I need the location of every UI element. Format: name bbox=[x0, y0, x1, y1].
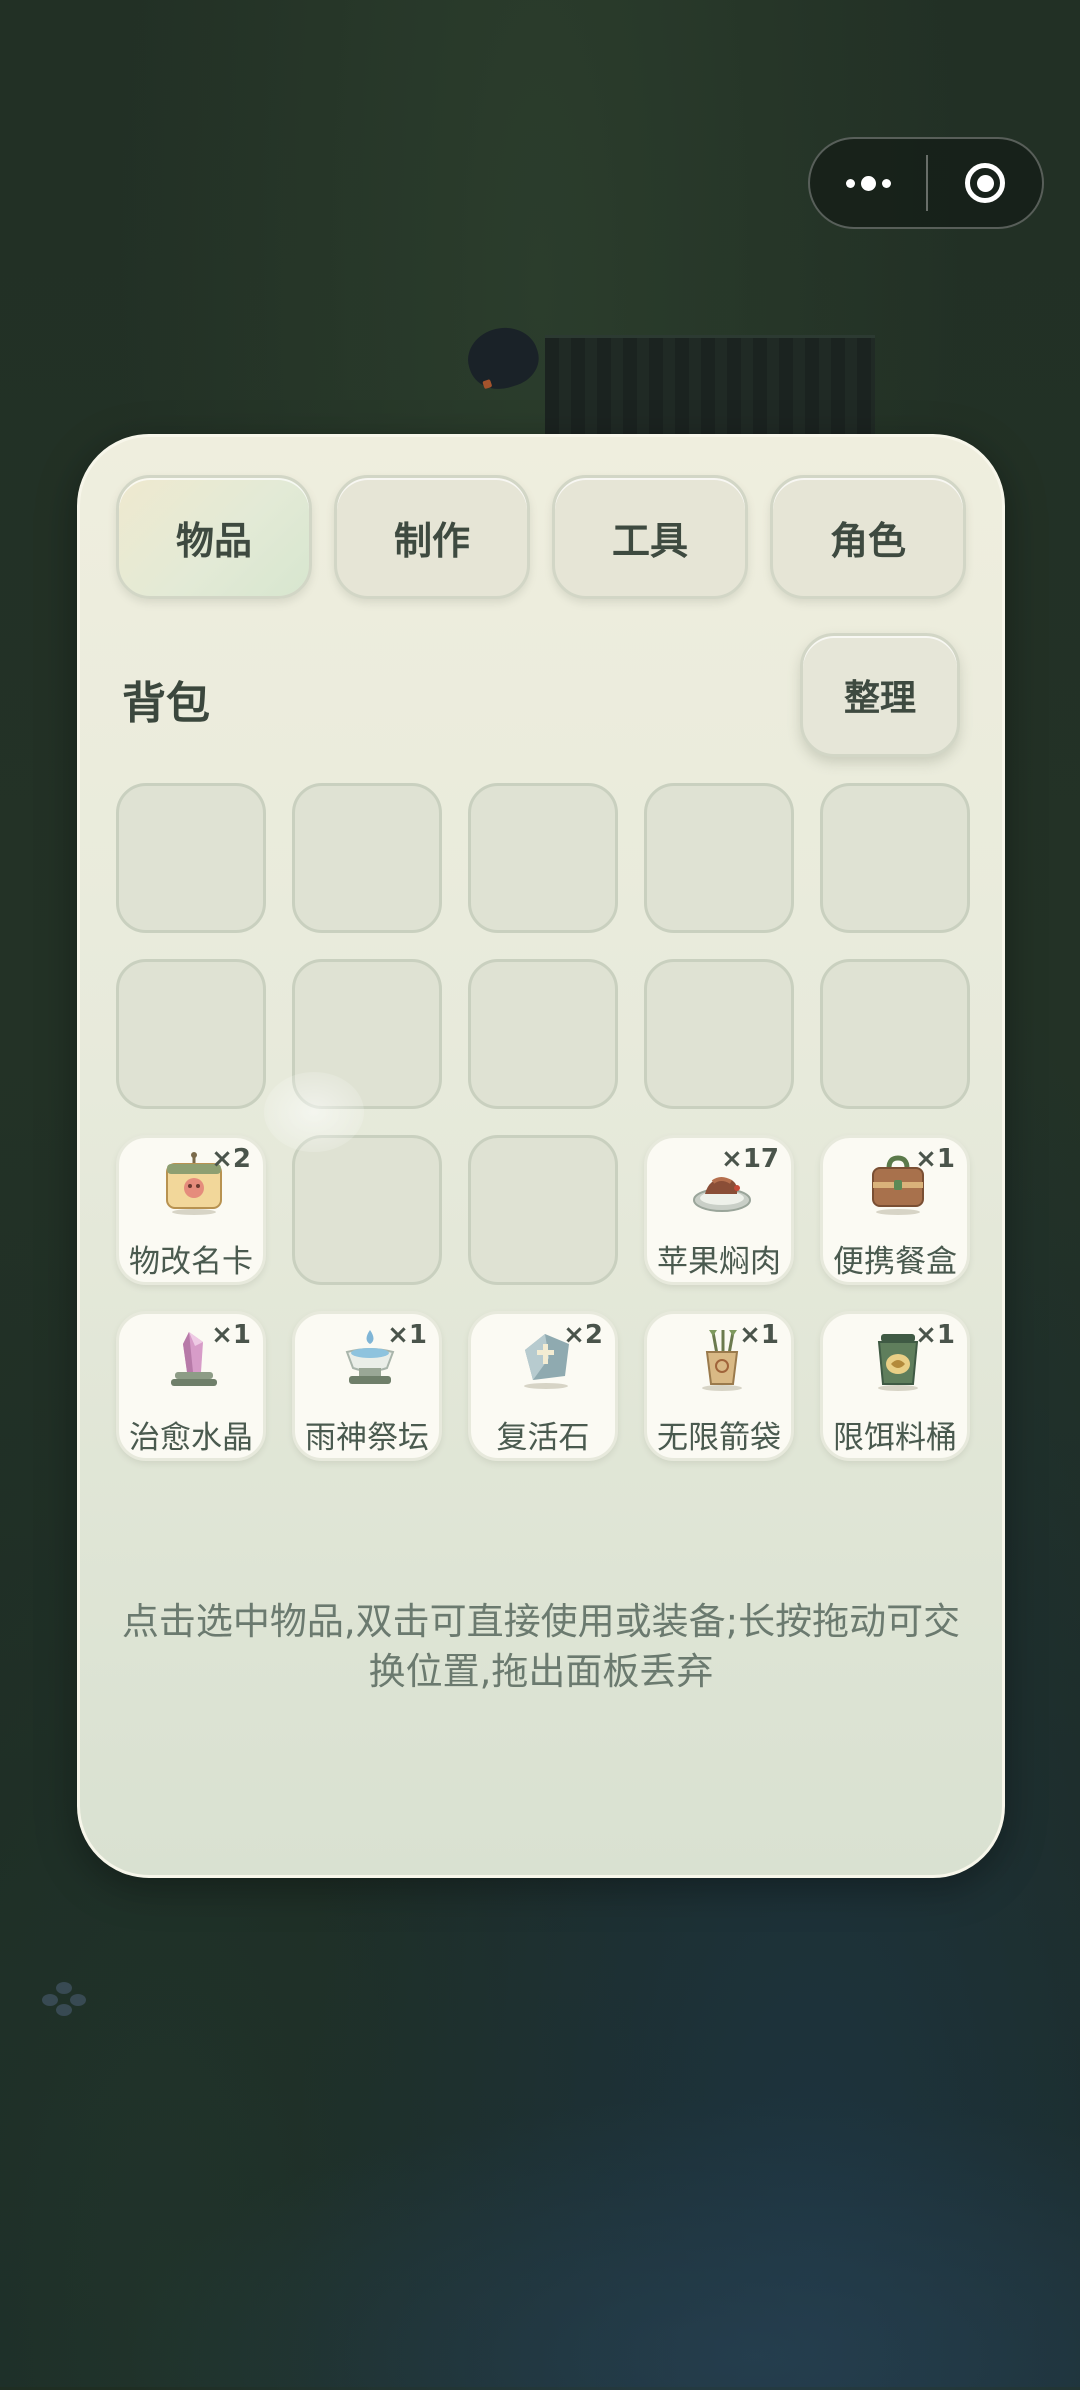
item-name: 物改名卡 bbox=[129, 1244, 253, 1280]
item-name: 治愈水晶 bbox=[129, 1420, 253, 1456]
item-slot[interactable]: ×17 苹果焖肉 bbox=[644, 1135, 794, 1285]
sort-button[interactable]: 整理 bbox=[800, 633, 960, 757]
miniprogram-capsule bbox=[808, 137, 1044, 229]
touch-glow bbox=[264, 1072, 364, 1152]
empty-slot[interactable] bbox=[292, 1135, 442, 1285]
more-dots-icon[interactable] bbox=[810, 139, 926, 227]
inventory-panel: 物品 制作 工具 角色 背包 整理 ×2 物改名卡 ×17 苹果焖肉 ×1 便携餐盒 ×1 治… bbox=[77, 434, 1005, 1878]
item-count: ×1 bbox=[387, 1320, 427, 1350]
item-slot[interactable]: ×1 治愈水晶 bbox=[116, 1311, 266, 1461]
tab-tools[interactable]: 工具 bbox=[552, 475, 748, 599]
item-count: ×1 bbox=[211, 1320, 251, 1350]
item-name: 无限箭袋 bbox=[657, 1420, 781, 1456]
empty-slot[interactable] bbox=[468, 1135, 618, 1285]
target-circle-icon[interactable] bbox=[928, 139, 1042, 227]
background-water bbox=[0, 2050, 1080, 2390]
tab-character[interactable]: 角色 bbox=[770, 475, 966, 599]
item-count: ×1 bbox=[915, 1144, 955, 1174]
background-hut bbox=[545, 335, 875, 448]
empty-slot[interactable] bbox=[468, 959, 618, 1109]
empty-slot[interactable] bbox=[820, 783, 970, 933]
empty-slot[interactable] bbox=[644, 783, 794, 933]
item-name: 复活石 bbox=[496, 1420, 590, 1456]
empty-slot[interactable] bbox=[644, 959, 794, 1109]
item-name: 苹果焖肉 bbox=[657, 1244, 781, 1280]
tab-crafting[interactable]: 制作 bbox=[334, 475, 530, 599]
empty-slot[interactable] bbox=[468, 783, 618, 933]
item-name: 限饵料桶 bbox=[833, 1420, 957, 1456]
item-slot[interactable]: ×2 物改名卡 bbox=[116, 1135, 266, 1285]
item-slot[interactable]: ×1 雨神祭坛 bbox=[292, 1311, 442, 1461]
tab-bar: 物品 制作 工具 角色 bbox=[116, 475, 968, 599]
item-count: ×2 bbox=[211, 1144, 251, 1174]
item-slot[interactable]: ×1 限饵料桶 bbox=[820, 1311, 970, 1461]
item-name: 雨神祭坛 bbox=[305, 1420, 429, 1456]
background-stones bbox=[38, 1980, 90, 2016]
tab-items[interactable]: 物品 bbox=[116, 475, 312, 599]
item-name: 便携餐盒 bbox=[833, 1244, 957, 1280]
empty-slot[interactable] bbox=[820, 959, 970, 1109]
empty-slot[interactable] bbox=[292, 783, 442, 933]
item-slot[interactable]: ×2 复活石 bbox=[468, 1311, 618, 1461]
item-count: ×1 bbox=[739, 1320, 779, 1350]
item-slot[interactable]: ×1 便携餐盒 bbox=[820, 1135, 970, 1285]
empty-slot[interactable] bbox=[116, 783, 266, 933]
section-title: 背包 bbox=[122, 678, 210, 729]
empty-slot[interactable] bbox=[116, 959, 266, 1109]
item-count: ×17 bbox=[721, 1144, 779, 1174]
usage-hint: 点击选中物品,双击可直接使用或装备;长按拖动可交换位置,拖出面板丢弃 bbox=[121, 1600, 961, 1693]
item-count: ×1 bbox=[915, 1320, 955, 1350]
item-count: ×2 bbox=[563, 1320, 603, 1350]
item-slot[interactable]: ×1 无限箭袋 bbox=[644, 1311, 794, 1461]
